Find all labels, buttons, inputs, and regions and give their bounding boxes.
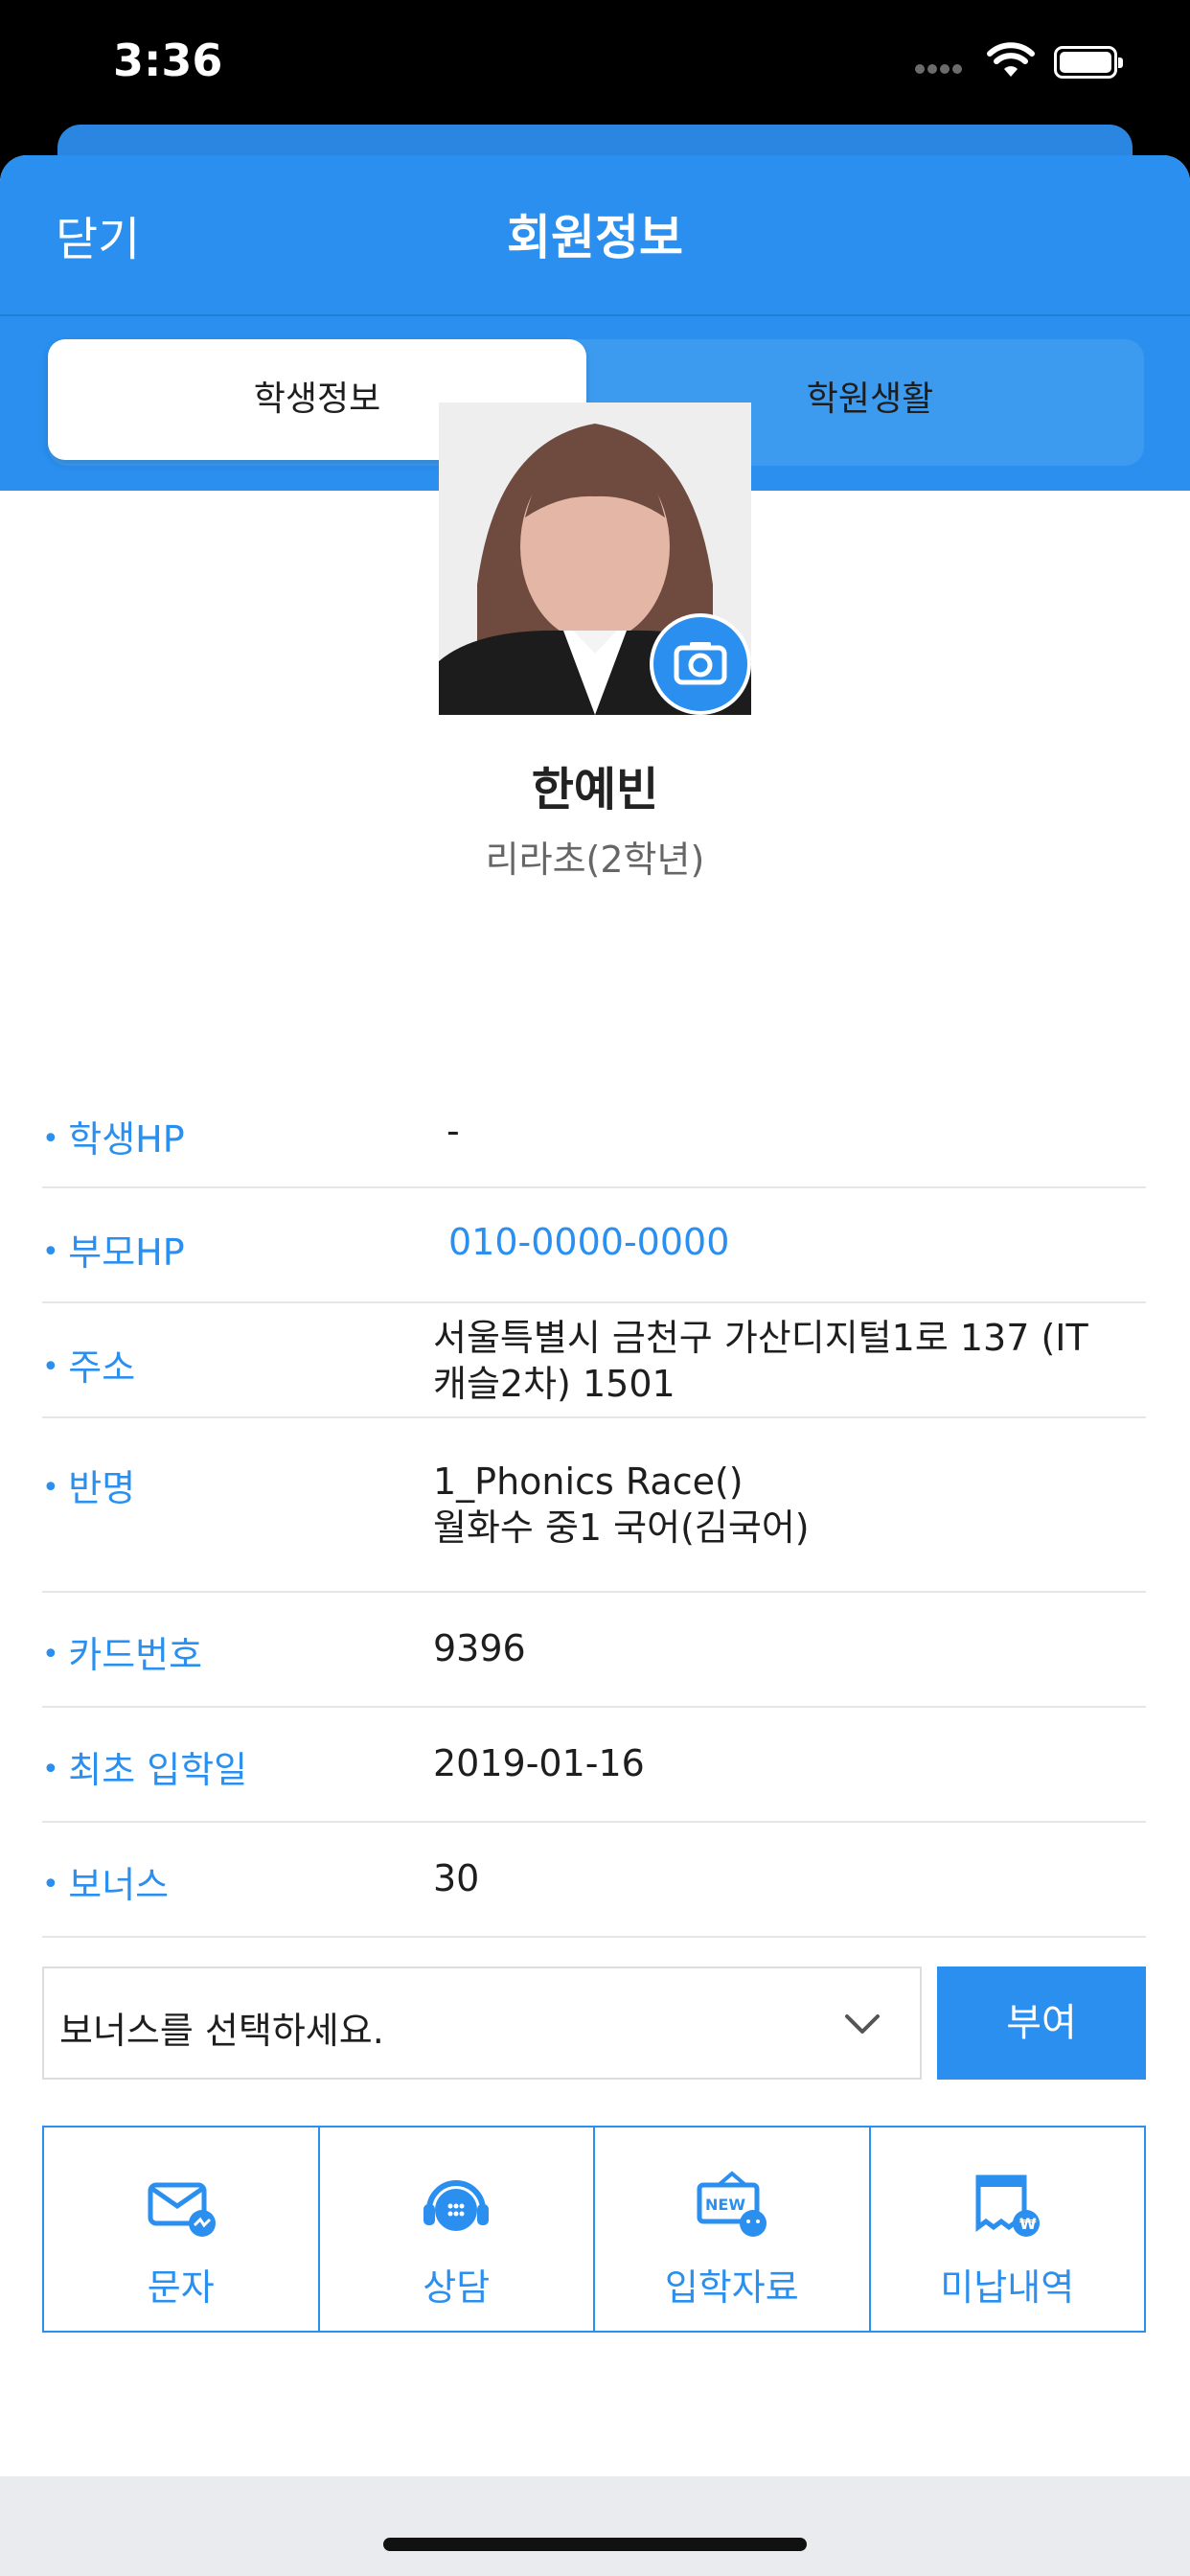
class-line-2: 월화수 중1 국어(김국어) — [433, 1506, 810, 1549]
student-name: 한예빈 — [531, 763, 659, 816]
info-label: 부모HP — [42, 1223, 184, 1276]
home-indicator[interactable] — [383, 2538, 807, 2551]
info-row-card-number: 카드번호 9396 — [42, 1593, 1146, 1708]
wifi-icon — [987, 42, 1035, 77]
info-row-address: 주소 서울특별시 금천구 가산디지털1로 137 (IT 캐슬2차) 1501 — [42, 1303, 1146, 1418]
info-value-address: 서울특별시 금천구 가산디지털1로 137 (IT 캐슬2차) 1501 — [433, 1315, 1088, 1407]
info-label: 반명 — [42, 1459, 135, 1511]
page-title: 회원정보 — [507, 210, 683, 265]
info-value-class: 1_Phonics Race() 월화수 중1 국어(김국어) — [433, 1459, 810, 1551]
message-icon — [148, 2182, 216, 2237]
bonus-select[interactable]: 보너스를 선택하세요. — [42, 1966, 922, 2080]
info-label: 보너스 — [42, 1855, 169, 1908]
action-label: 미납내역 — [940, 2266, 1075, 2309]
action-label: 입학자료 — [664, 2266, 799, 2309]
new-badge-icon: NEW — [697, 2171, 767, 2237]
info-value: 30 — [433, 1857, 480, 1899]
info-row-first-admission: 최초 입학일 2019-01-16 — [42, 1708, 1146, 1823]
camera-icon[interactable] — [650, 613, 751, 715]
info-value: - — [446, 1110, 460, 1152]
unpaid-history-button[interactable]: ₩ 미납내역 — [871, 2128, 1145, 2331]
info-label: 카드번호 — [42, 1625, 202, 1678]
info-label: 주소 — [42, 1338, 135, 1391]
action-label: 상담 — [423, 2266, 491, 2309]
class-line-1: 1_Phonics Race() — [433, 1460, 744, 1503]
info-row-student-phone: 학생HP - — [42, 1073, 1146, 1188]
info-row-parent-phone: 부모HP 010-0000-0000 — [42, 1188, 1146, 1303]
student-school: 리라초(2학년) — [485, 839, 705, 881]
header: 닫기 회원정보 — [0, 155, 1190, 316]
bottom-safe-area — [0, 2476, 1190, 2576]
info-value: 2019-01-16 — [433, 1742, 645, 1784]
address-line-2: 캐슬2차) 1501 — [433, 1363, 675, 1405]
svg-text:₩: ₩ — [1019, 2215, 1037, 2233]
cellular-signal-icon — [915, 59, 973, 79]
receipt-won-icon: ₩ — [975, 2174, 1041, 2237]
bonus-select-placeholder: 보너스를 선택하세요. — [59, 2010, 384, 2052]
action-label: 문자 — [147, 2266, 215, 2309]
grant-button[interactable]: 부여 — [937, 1966, 1146, 2080]
message-button[interactable]: 문자 — [44, 2128, 320, 2331]
info-row-class: 반명 1_Phonics Race() 월화수 중1 국어(김국어) — [42, 1418, 1146, 1593]
status-time: 3:36 — [113, 34, 223, 86]
headset-icon — [423, 2180, 490, 2231]
chevron-down-icon — [845, 2014, 880, 2034]
info-row-bonus: 보너스 30 — [42, 1823, 1146, 1938]
info-value: 9396 — [433, 1627, 526, 1669]
admission-docs-button[interactable]: NEW 입학자료 — [595, 2128, 871, 2331]
battery-icon — [1054, 46, 1123, 79]
address-line-1: 서울특별시 금천구 가산디지털1로 137 (IT — [433, 1317, 1088, 1359]
svg-text:NEW: NEW — [705, 2196, 745, 2214]
action-grid: 문자 상담 NEW 입학자료 ₩ 미납내역 — [42, 2126, 1146, 2333]
counsel-button[interactable]: 상담 — [320, 2128, 595, 2331]
info-label: 최초 입학일 — [42, 1740, 247, 1793]
parent-phone-link[interactable]: 010-0000-0000 — [448, 1219, 729, 1265]
status-bar: 3:36 — [0, 0, 1190, 134]
info-label: 학생HP — [42, 1110, 184, 1162]
